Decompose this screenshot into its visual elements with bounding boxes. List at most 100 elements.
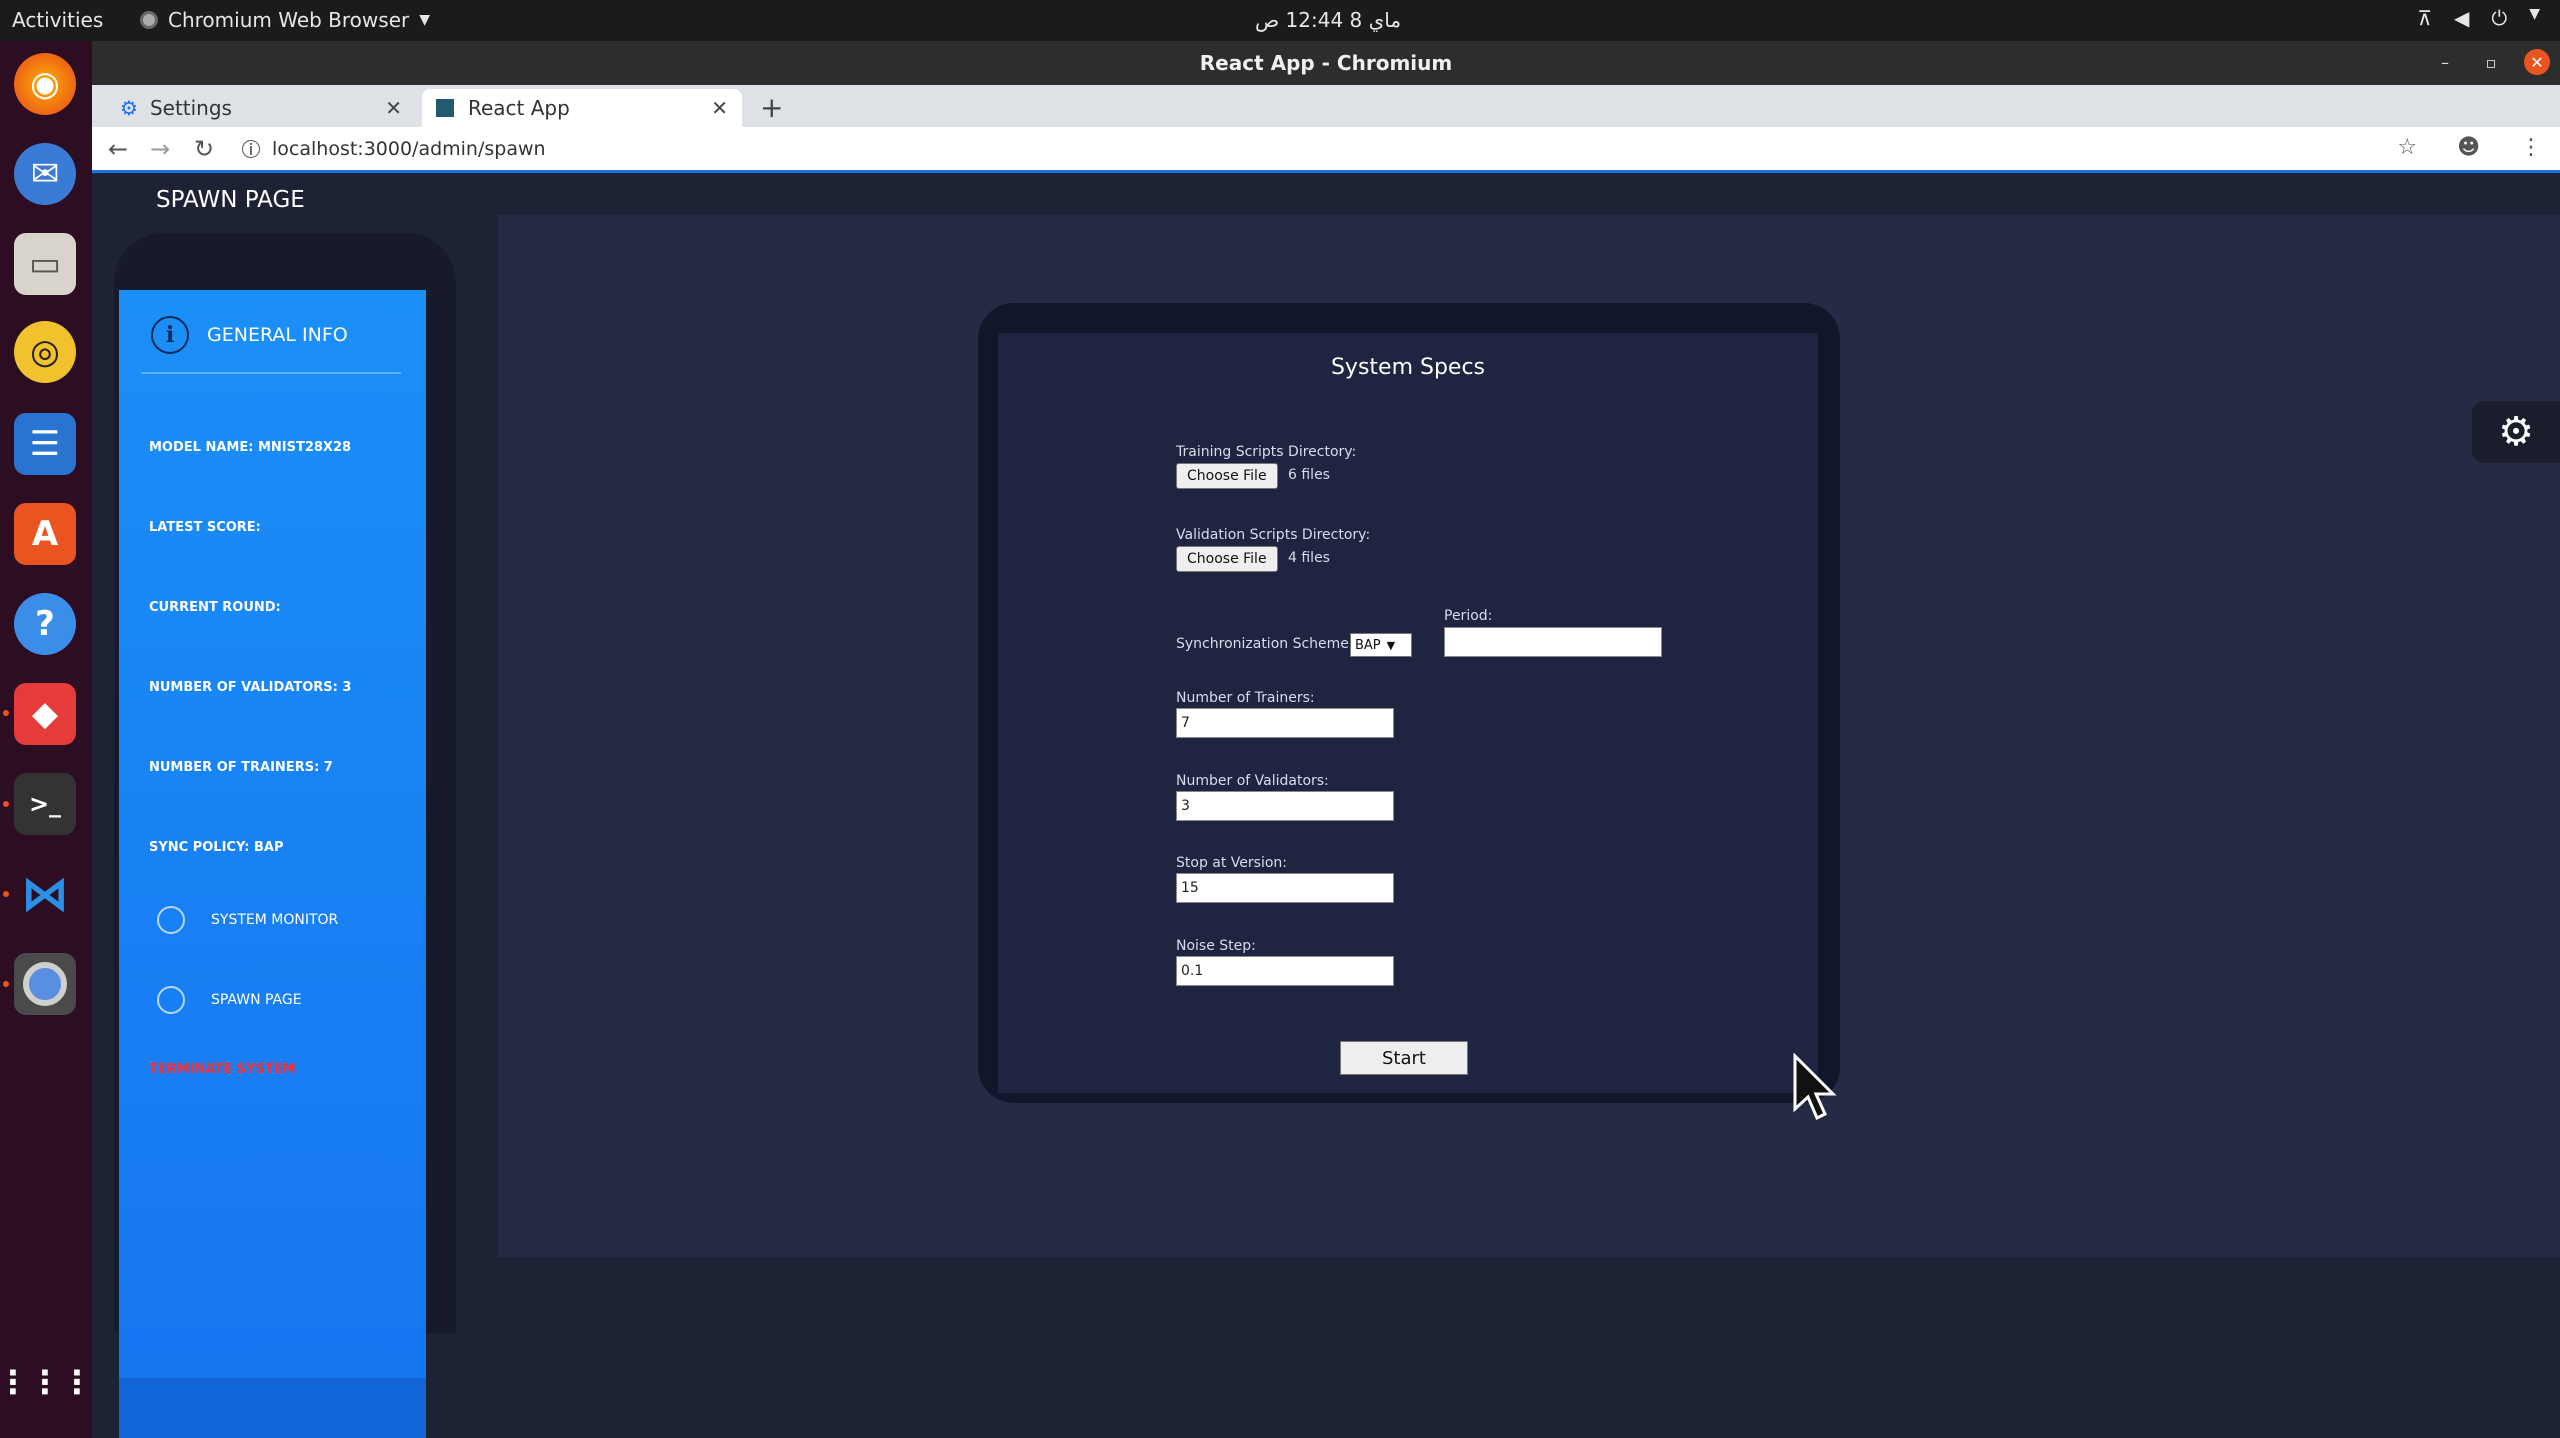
- chevron-down-icon: ▼: [419, 12, 431, 28]
- chevron-down-icon: ▼: [1386, 638, 1396, 652]
- running-indicator: [3, 801, 9, 807]
- tab-strip: ⚙ Settings ✕ React App ✕ +: [92, 85, 2560, 127]
- running-indicator: [3, 710, 9, 716]
- validators-label: Number of Validators:: [1176, 773, 1329, 789]
- clock-ring-icon: [157, 906, 185, 934]
- training-choose-file-button[interactable]: Choose File: [1176, 463, 1278, 489]
- close-icon[interactable]: ✕: [2524, 49, 2550, 75]
- sync-scheme-label: Synchronization Scheme:: [1176, 636, 1354, 652]
- software-center-icon[interactable]: A: [14, 503, 76, 565]
- nav-label: SPAWN PAGE: [211, 992, 302, 1008]
- settings-gear-button[interactable]: ⚙: [2472, 401, 2560, 463]
- network-icon: ⊼: [2417, 6, 2432, 30]
- sync-scheme-select[interactable]: BAP ▼: [1350, 633, 1412, 657]
- volume-icon: ◀: [2454, 6, 2470, 30]
- writer-icon[interactable]: ☰: [14, 413, 76, 475]
- page-title: SPAWN PAGE: [156, 187, 305, 213]
- web-page: SPAWN PAGE i GENERAL INFO MODEL NAME: MN…: [92, 173, 2560, 1438]
- browser-toolbar: ← → ↻ i localhost:3000/admin/spawn ☆ ☻ ⋮: [92, 127, 2560, 173]
- info-icon: i: [151, 316, 189, 354]
- title-bar: React App - Chromium – ▫ ✕: [92, 41, 2560, 85]
- url-text: localhost:3000/admin/spawn: [272, 138, 546, 160]
- anydesk-icon[interactable]: ◆: [14, 683, 76, 745]
- files-icon[interactable]: ▭: [14, 233, 76, 295]
- bookmark-star-icon[interactable]: ☆: [2397, 135, 2417, 160]
- gear-icon: ⚙: [2498, 409, 2534, 455]
- period-input[interactable]: [1444, 627, 1662, 657]
- thunderbird-icon[interactable]: ✉: [14, 143, 76, 205]
- close-icon[interactable]: ✕: [711, 96, 728, 120]
- forward-icon[interactable]: →: [150, 135, 170, 163]
- gear-icon: ⚙: [120, 96, 138, 120]
- tab-label: React App: [468, 96, 570, 120]
- maximize-icon[interactable]: ▫: [2478, 49, 2504, 75]
- help-icon[interactable]: ?: [14, 593, 76, 655]
- mouse-cursor-icon: [1793, 1053, 1837, 1121]
- address-bar[interactable]: i localhost:3000/admin/spawn: [242, 133, 2392, 165]
- validation-files-count: 4 files: [1288, 550, 1330, 566]
- sidebar-heading: i GENERAL INFO: [119, 290, 426, 380]
- minimize-icon[interactable]: –: [2432, 49, 2458, 75]
- power-icon: ⏻: [2491, 6, 2508, 30]
- app-menu-label: Chromium Web Browser: [168, 8, 410, 32]
- sidebar-footer: [119, 1378, 426, 1438]
- clock[interactable]: ماي 8 12:44 ص: [1255, 8, 1401, 32]
- menu-kebab-icon[interactable]: ⋮: [2520, 135, 2542, 160]
- app-menu[interactable]: Chromium Web Browser ▼: [140, 8, 430, 32]
- trainers-label: Number of Trainers:: [1176, 690, 1315, 706]
- noise-step-input[interactable]: 0.1: [1176, 956, 1394, 986]
- browser-window: React App - Chromium – ▫ ✕ ⚙ Settings ✕ …: [92, 41, 2560, 1438]
- tab-settings[interactable]: ⚙ Settings ✕: [106, 89, 416, 127]
- period-label: Period:: [1444, 608, 1493, 624]
- sidebar-item-latest-score: LATEST SCORE:: [149, 520, 261, 535]
- show-apps-icon[interactable]: ⋮⋮⋮: [0, 1351, 93, 1413]
- training-files-count: 6 files: [1288, 467, 1330, 483]
- sidebar-heading-label: GENERAL INFO: [207, 324, 348, 346]
- dock: ◉ ✉ ▭ ◎ ☰ A ? ◆ >_ ⋈ ⋮⋮⋮: [0, 41, 93, 1438]
- window-title: React App - Chromium: [1199, 51, 1453, 75]
- sidebar-item-trainers: NUMBER OF TRAINERS: 7: [149, 760, 333, 775]
- reload-icon[interactable]: ↻: [194, 135, 214, 163]
- profile-icon[interactable]: ☻: [2457, 135, 2480, 160]
- info-icon[interactable]: i: [242, 140, 260, 159]
- system-tray[interactable]: ⊼ ◀ ⏻ ▼: [2417, 6, 2540, 30]
- terminate-system-link[interactable]: TERMINATE SYSTEM: [149, 1062, 296, 1077]
- firefox-icon[interactable]: ◉: [14, 53, 76, 115]
- running-indicator: [3, 981, 9, 987]
- sidebar-item-model-name: MODEL NAME: MNIST28X28: [149, 440, 352, 455]
- chevron-down-icon: ▼: [2529, 6, 2540, 22]
- chromium-icon: [140, 11, 158, 29]
- sidebar-item-current-round: CURRENT ROUND:: [149, 600, 281, 615]
- sidebar: i GENERAL INFO MODEL NAME: MNIST28X28 LA…: [119, 290, 426, 1438]
- activities-button[interactable]: Activities: [12, 8, 103, 32]
- new-tab-button[interactable]: +: [760, 91, 783, 124]
- trainers-input[interactable]: 7: [1176, 708, 1394, 738]
- sidebar-nav-system-monitor[interactable]: SYSTEM MONITOR: [157, 906, 338, 934]
- sidebar-item-sync-policy: SYNC POLICY: BAP: [149, 840, 284, 855]
- chromium-icon[interactable]: [14, 953, 76, 1015]
- validation-scripts-label: Validation Scripts Directory:: [1176, 527, 1371, 543]
- gnome-top-bar: Activities Chromium Web Browser ▼ ماي 8 …: [0, 0, 2560, 41]
- start-button[interactable]: Start: [1340, 1041, 1468, 1075]
- training-scripts-label: Training Scripts Directory:: [1176, 444, 1357, 460]
- react-favicon-icon: [436, 99, 454, 117]
- card-title: System Specs: [1330, 355, 1486, 380]
- noise-step-label: Noise Step:: [1176, 938, 1256, 954]
- rhythmbox-icon[interactable]: ◎: [14, 321, 76, 383]
- close-icon[interactable]: ✕: [385, 96, 402, 120]
- sidebar-nav-spawn-page[interactable]: SPAWN PAGE: [157, 986, 302, 1014]
- tab-label: Settings: [149, 96, 232, 120]
- system-specs-card: System Specs Training Scripts Directory:…: [998, 333, 1818, 1093]
- tab-react-app[interactable]: React App ✕: [422, 89, 742, 127]
- nav-label: SYSTEM MONITOR: [211, 912, 339, 928]
- back-icon[interactable]: ←: [108, 135, 128, 163]
- sidebar-item-validators: NUMBER OF VALIDATORS: 3: [149, 680, 352, 695]
- validation-choose-file-button[interactable]: Choose File: [1176, 546, 1278, 572]
- clock-ring-icon: [157, 986, 185, 1014]
- vscode-icon[interactable]: ⋈: [14, 863, 76, 925]
- validators-input[interactable]: 3: [1176, 791, 1394, 821]
- running-indicator: [3, 891, 9, 897]
- terminal-icon[interactable]: >_: [14, 773, 76, 835]
- sync-scheme-value: BAP: [1355, 637, 1381, 653]
- stop-version-input[interactable]: 15: [1176, 873, 1394, 903]
